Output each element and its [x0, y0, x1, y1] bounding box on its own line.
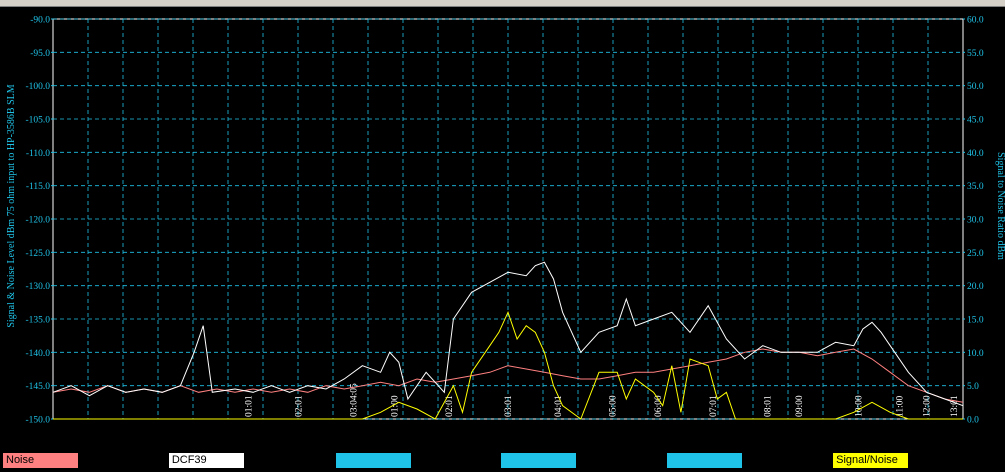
right-tick-label: 25.0: [967, 249, 984, 259]
x-tick-label: 13:01: [950, 395, 960, 417]
left-tick-label: -90.0: [30, 16, 50, 26]
signal-noise-chart: -90.0 -95.0 -100.0 -105.0 -110.0 -115.0 -120.0…: [6, 16, 1005, 426]
left-tick-label: -130.0: [25, 282, 50, 292]
right-tick-label: 60.0: [967, 16, 984, 26]
x-tick-label: 08:01: [763, 395, 773, 417]
right-tick-label: 55.0: [967, 49, 984, 59]
legend-bar: Noise DCF39 Signal/Noise: [0, 450, 1005, 472]
right-tick-label: 5.0: [967, 382, 979, 392]
left-axis-label: Signal & Noise Level dBm 75 ohm input to…: [6, 84, 17, 327]
x-tick-label: 01:01: [245, 395, 255, 417]
left-tick-label: -135.0: [25, 316, 50, 326]
x-tick-label: 10:00: [854, 395, 864, 417]
legend-item: [335, 453, 411, 468]
right-axis-ticks: 60.0 55.0 50.0 45.0 40.0 35.0 30.0 25.0 20.0 15.0…: [963, 16, 984, 426]
right-tick-label: 30.0: [967, 216, 984, 226]
right-tick-label: 50.0: [967, 82, 984, 92]
left-tick-label: -120.0: [25, 216, 50, 226]
left-tick-label: -125.0: [25, 249, 50, 259]
left-tick-label: -140.0: [25, 349, 50, 359]
right-tick-label: 35.0: [967, 182, 984, 192]
left-tick-label: -95.0: [30, 49, 50, 59]
x-tick-label: 05:00: [609, 395, 619, 417]
legend-item: Noise: [3, 453, 78, 468]
right-tick-label: 10.0: [967, 349, 984, 359]
legend-item: [501, 453, 577, 468]
right-tick-label: 15.0: [967, 316, 984, 326]
legend-item: Signal/Noise: [833, 453, 909, 468]
legend-item: [667, 453, 743, 468]
x-tick-label: 12:00: [923, 395, 933, 417]
x-tick-label: 11:00: [895, 395, 905, 417]
left-tick-label: -150.0: [25, 416, 50, 426]
right-tick-label: 40.0: [967, 149, 984, 159]
left-tick-label: -145.0: [25, 382, 50, 392]
left-tick-label: -110.0: [26, 149, 50, 159]
left-tick-label: -115.0: [26, 182, 50, 192]
legend-item: DCF39: [168, 453, 244, 468]
right-tick-label: 20.0: [967, 282, 984, 292]
right-tick-label: 45.0: [967, 116, 984, 126]
left-tick-label: -100.0: [25, 82, 50, 92]
grid-lines: [52, 18, 964, 420]
left-axis-ticks: -90.0 -95.0 -100.0 -105.0 -110.0 -115.0 -120.0…: [25, 16, 53, 426]
right-tick-label: 0.0: [967, 416, 979, 426]
x-tick-label: 03:01: [504, 395, 514, 417]
right-axis-label: Signal to Noise Ratio dBm: [995, 152, 1005, 260]
x-tick-label: 02:01: [295, 395, 305, 417]
left-tick-label: -105.0: [25, 116, 50, 126]
x-tick-label: 09:00: [795, 395, 805, 417]
